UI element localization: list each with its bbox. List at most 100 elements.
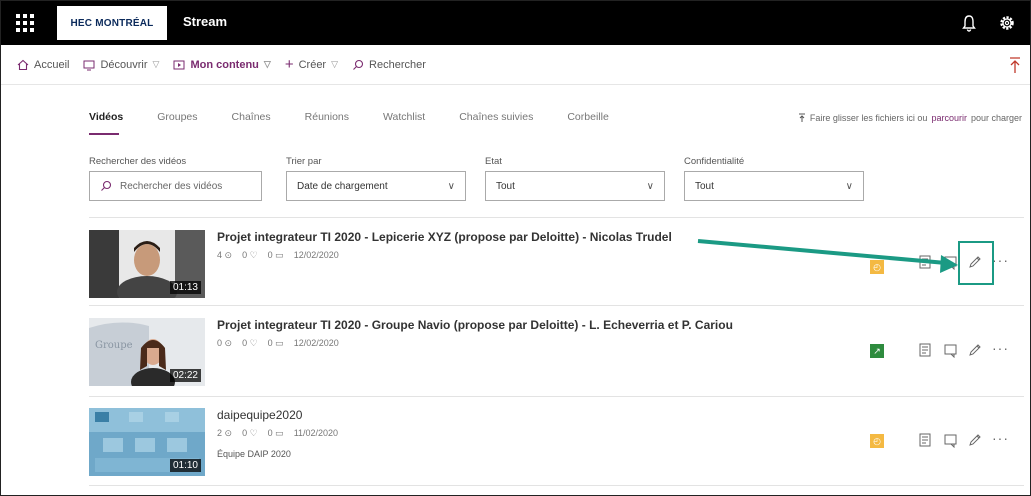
- search-videos-label: Rechercher des vidéos: [89, 156, 187, 167]
- drop-hint-suffix: pour charger: [970, 113, 1022, 123]
- org-logo[interactable]: HEC MONTRÉAL: [57, 6, 167, 40]
- settings-gear-icon[interactable]: [997, 13, 1017, 33]
- likes-count: 0 ♡: [242, 338, 258, 348]
- video-row[interactable]: 01:13 Projet integrateur TI 2020 - Lepic…: [89, 230, 1024, 310]
- top-bar: HEC MONTRÉAL Stream: [1, 1, 1030, 45]
- edit-pencil-icon[interactable]: [967, 342, 983, 358]
- annotation-highlight-box: [958, 241, 994, 285]
- upload-date: 11/02/2020: [293, 428, 339, 438]
- status-badge: ↗: [870, 344, 884, 358]
- share-icon[interactable]: [943, 432, 959, 448]
- video-thumbnail[interactable]: Groupe 02:22: [89, 318, 205, 386]
- browse-link[interactable]: parcourir: [931, 113, 967, 123]
- views-count: 2 ⊙: [217, 428, 233, 438]
- nav-my-content-label: Mon contenu: [190, 58, 259, 71]
- comments-count: 0 ▭: [267, 338, 284, 348]
- tab-channels[interactable]: Chaînes: [232, 111, 271, 135]
- state-label: Etat: [485, 156, 502, 167]
- video-duration: 01:13: [169, 281, 201, 294]
- video-title[interactable]: daipequipe2020: [217, 408, 302, 422]
- video-thumbnail[interactable]: 01:13: [89, 230, 205, 298]
- chevron-down-icon: ▽: [263, 59, 271, 69]
- video-group[interactable]: Équipe DAIP 2020: [217, 449, 291, 459]
- bell-icon[interactable]: [959, 13, 979, 33]
- chevron-down-icon: ∨: [646, 180, 654, 192]
- tab-groups[interactable]: Groupes: [157, 111, 197, 135]
- video-meta: 0 ⊙ 0 ♡ 0 ▭ 12/02/2020: [217, 338, 339, 349]
- views-count: 0 ⊙: [217, 338, 233, 348]
- edit-pencil-icon[interactable]: [967, 432, 983, 448]
- likes-count: 0 ♡: [242, 428, 258, 438]
- divider: [89, 396, 1024, 397]
- upload-icon[interactable]: [1008, 56, 1022, 74]
- drop-hint-text: Faire glisser les fichiers ici ou: [809, 113, 928, 123]
- search-icon: [353, 59, 364, 70]
- more-options-icon[interactable]: ···: [992, 340, 1009, 356]
- video-row[interactable]: Groupe 02:22 Projet integrateur TI 2020 …: [89, 318, 1024, 398]
- video-duration: 02:22: [169, 369, 201, 382]
- chevron-down-icon: ∨: [447, 180, 455, 192]
- privacy-value: Tout: [695, 180, 714, 192]
- tab-watchlist[interactable]: Watchlist: [383, 111, 425, 135]
- views-count: 4 ⊙: [217, 250, 233, 260]
- status-badge: ◴: [870, 260, 884, 274]
- nav-my-content[interactable]: Mon contenu ▽: [173, 58, 271, 71]
- nav-search-label: Rechercher: [369, 58, 426, 71]
- state-value: Tout: [496, 180, 515, 192]
- video-meta: 4 ⊙ 0 ♡ 0 ▭ 12/02/2020: [217, 250, 339, 261]
- content-tabs: Vidéos Groupes Chaînes Réunions Watchlis…: [89, 111, 643, 135]
- app-launcher-icon[interactable]: [11, 9, 39, 37]
- likes-count: 0 ♡: [242, 250, 258, 260]
- nav-home[interactable]: Accueil: [17, 59, 69, 71]
- discover-icon: [83, 60, 95, 70]
- video-meta: 2 ⊙ 0 ♡ 0 ▭ 11/02/2020: [217, 428, 338, 439]
- tab-followed-channels[interactable]: Chaînes suivies: [459, 111, 533, 135]
- divider: [89, 485, 1024, 486]
- details-icon[interactable]: [918, 254, 934, 270]
- upload-icon: [798, 113, 805, 122]
- share-icon[interactable]: [943, 342, 959, 358]
- tab-videos[interactable]: Vidéos: [89, 111, 123, 135]
- plus-icon: +: [284, 56, 294, 73]
- video-row[interactable]: 01:10 daipequipe2020 2 ⊙ 0 ♡ 0 ▭ 11/02/2…: [89, 408, 1024, 488]
- chevron-down-icon: ▽: [152, 59, 160, 69]
- video-duration: 01:10: [169, 459, 201, 472]
- comments-count: 0 ▭: [267, 250, 284, 260]
- home-icon: [17, 59, 29, 70]
- privacy-select[interactable]: Tout ∨: [684, 171, 864, 201]
- upload-date: 12/02/2020: [293, 250, 339, 260]
- nav-bar: Accueil Découvrir ▽ Mon contenu ▽ + Crée…: [1, 45, 1030, 85]
- upload-drop-hint: Faire glisser les fichiers ici ou parcou…: [798, 113, 1022, 123]
- nav-create-label: Créer: [298, 58, 327, 71]
- tab-meetings[interactable]: Réunions: [305, 111, 349, 135]
- nav-search[interactable]: Rechercher: [352, 59, 426, 71]
- search-videos-input[interactable]: Rechercher des vidéos: [89, 171, 262, 201]
- privacy-label: Confidentialité: [684, 156, 745, 167]
- nav-discover-label: Découvrir: [100, 58, 148, 71]
- my-content-icon: [173, 60, 185, 69]
- video-title[interactable]: Projet integrateur TI 2020 - Groupe Navi…: [217, 318, 733, 332]
- search-icon: [101, 180, 112, 191]
- status-badge: ◴: [870, 434, 884, 448]
- nav-create[interactable]: + Créer ▽: [285, 56, 338, 73]
- chevron-down-icon: ∨: [845, 180, 853, 192]
- details-icon[interactable]: [918, 342, 934, 358]
- upload-date: 12/02/2020: [293, 338, 339, 348]
- more-options-icon[interactable]: ···: [992, 252, 1009, 268]
- search-videos-placeholder: Rechercher des vidéos: [120, 180, 223, 192]
- app-name[interactable]: Stream: [183, 14, 227, 29]
- divider: [89, 305, 1024, 306]
- nav-home-label: Accueil: [34, 58, 70, 71]
- details-icon[interactable]: [918, 432, 934, 448]
- state-select[interactable]: Tout ∨: [485, 171, 665, 201]
- video-title[interactable]: Projet integrateur TI 2020 - Lepicerie X…: [217, 230, 672, 244]
- video-thumbnail[interactable]: 01:10: [89, 408, 205, 476]
- divider: [89, 217, 1024, 218]
- tab-recycle-bin[interactable]: Corbeille: [567, 111, 608, 135]
- sort-by-value: Date de chargement: [297, 180, 388, 192]
- sort-by-select[interactable]: Date de chargement ∨: [286, 171, 466, 201]
- share-icon[interactable]: [943, 254, 959, 270]
- nav-discover[interactable]: Découvrir ▽: [83, 59, 159, 71]
- chevron-down-icon: ▽: [331, 59, 339, 69]
- more-options-icon[interactable]: ···: [992, 430, 1009, 446]
